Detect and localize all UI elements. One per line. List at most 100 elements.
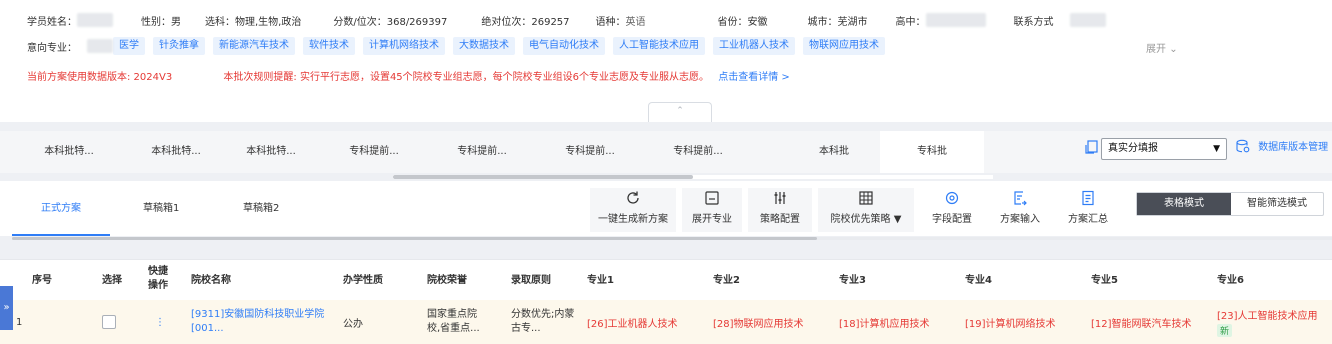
table-mode-button[interactable]: 表格模式 bbox=[1137, 193, 1231, 215]
grid-icon bbox=[859, 191, 873, 205]
major-cell[interactable]: [26]工业机器人技术 bbox=[587, 300, 678, 344]
major-cell[interactable]: [28]物联网应用技术 bbox=[713, 300, 804, 344]
tool-label: 方案输入 bbox=[1000, 214, 1040, 225]
contact-label: 联系方式 bbox=[1013, 16, 1054, 28]
intent-major-chip[interactable]: 软件技术 bbox=[303, 37, 355, 55]
batch-tab[interactable]: 本科批特... bbox=[137, 131, 215, 173]
major-6-text: [23]人工智能技术应用 bbox=[1217, 311, 1318, 322]
batch-tab[interactable]: 本科批 bbox=[795, 131, 873, 173]
intent-redacted bbox=[87, 39, 113, 53]
sliders-icon bbox=[774, 192, 786, 204]
strategy-config-button[interactable]: 策略配置 bbox=[748, 188, 812, 232]
plan-tab-active[interactable]: 正式方案 bbox=[12, 181, 110, 236]
major-cell[interactable]: [18]计算机应用技术 bbox=[839, 300, 930, 344]
chevron-up-icon: ⌃ bbox=[676, 106, 684, 116]
intent-major-chip[interactable]: 工业机器人技术 bbox=[713, 37, 795, 55]
new-badge: 新 bbox=[1217, 324, 1233, 337]
tool-label: 方案汇总 bbox=[1068, 214, 1108, 225]
rule-notice-text: 本批次规则提醒: 实行平行志愿，设置45个院校专业组志愿，每个院校专业组设6个专… bbox=[223, 72, 710, 83]
school-honors: 国家重点院校,省重点... bbox=[427, 309, 480, 334]
batch-tab[interactable]: 本科批特... bbox=[30, 131, 108, 173]
target-icon bbox=[945, 191, 959, 205]
chevron-down-icon: ▼ bbox=[893, 214, 902, 225]
select-caret-icon: ▼ bbox=[1213, 144, 1220, 154]
data-version-text: 当前方案使用数据版本: 2024V3 bbox=[27, 72, 173, 83]
side-expand-handle[interactable]: » bbox=[0, 286, 13, 330]
student-name-label: 学员姓名： bbox=[27, 16, 77, 28]
fill-mode-select[interactable]: 真实分填报 ▼ bbox=[1101, 138, 1227, 160]
batch-tab[interactable]: 专科提前... bbox=[335, 131, 413, 173]
intent-major-chip[interactable]: 大数据技术 bbox=[453, 37, 515, 55]
major-cell[interactable]: [12]智能网联汽车技术 bbox=[1091, 300, 1192, 344]
collapse-panel-button[interactable]: ⌃ bbox=[648, 102, 712, 122]
intent-major-chip[interactable]: 人工智能技术应用 bbox=[613, 37, 705, 55]
plan-toolbar: 正式方案 草稿箱1 草稿箱2 一键生成新方案 展开专业 策略配置 院校优先策略 … bbox=[0, 181, 1332, 236]
row-select-cell bbox=[102, 300, 116, 344]
admission-principle: 分数优先;内蒙古专... bbox=[511, 309, 575, 334]
plan-summary-button[interactable]: 方案汇总 bbox=[1058, 188, 1118, 232]
table-scroll-thumb[interactable] bbox=[12, 237, 817, 240]
school-name-link[interactable]: [9311]安徽国防科技职业学院[001... bbox=[191, 300, 331, 344]
database-icon bbox=[1236, 139, 1250, 153]
student-info-row: 学员姓名： 性别：男 选科：物理,生物,政治 分数/位次：368/269397 … bbox=[27, 12, 1106, 28]
absolute-rank-label: 绝对位次：269257 bbox=[481, 16, 570, 28]
smart-filter-mode-button[interactable]: 智能筛选模式 bbox=[1231, 193, 1323, 215]
column-header: 专业4 bbox=[965, 275, 992, 286]
plan-tab[interactable]: 草稿箱1 bbox=[143, 181, 179, 236]
intent-major-chip[interactable]: 电气自动化技术 bbox=[523, 37, 605, 55]
row-quick-action[interactable]: ⋮ bbox=[155, 300, 165, 344]
expand-label: 展开 bbox=[1146, 44, 1166, 55]
intent-major-chip[interactable]: 新能源汽车技术 bbox=[213, 37, 295, 55]
column-header: 专业6 bbox=[1217, 275, 1244, 286]
language-value: 英语 bbox=[625, 16, 646, 28]
school-priority-select[interactable]: 院校优先策略 ▼ bbox=[818, 188, 914, 232]
row-checkbox[interactable] bbox=[102, 315, 116, 329]
expand-majors-button[interactable]: 展开 ⌄ bbox=[1146, 40, 1178, 55]
tool-label: 字段配置 bbox=[932, 214, 972, 225]
intent-major-chip[interactable]: 计算机网络技术 bbox=[363, 37, 445, 55]
highschool-redacted bbox=[925, 13, 986, 27]
tool-label: 展开专业 bbox=[692, 214, 732, 225]
student-info-panel: 学员姓名： 性别：男 选科：物理,生物,政治 分数/位次：368/269397 … bbox=[0, 0, 1332, 122]
contact-redacted bbox=[1069, 13, 1106, 27]
intent-major-chip[interactable]: 医学 bbox=[113, 37, 145, 55]
intent-major-chip[interactable]: 物联网应用技术 bbox=[803, 37, 885, 55]
refresh-icon bbox=[627, 191, 639, 204]
batch-tab[interactable]: 专科提前... bbox=[551, 131, 629, 173]
column-header: 录取原则 bbox=[511, 275, 551, 286]
column-header: 专业2 bbox=[713, 275, 740, 286]
view-mode-toggle: 表格模式 智能筛选模式 bbox=[1136, 192, 1324, 216]
plan-import-button[interactable]: 方案输入 bbox=[990, 188, 1050, 232]
batch-tab[interactable]: 专科提前... bbox=[443, 131, 521, 173]
school-nature: 公办 bbox=[343, 318, 363, 330]
batch-tab[interactable]: 专科提前... bbox=[659, 131, 737, 173]
column-header: 序号 bbox=[32, 275, 52, 286]
expand-majors-tool[interactable]: 展开专业 bbox=[682, 188, 742, 232]
field-config-button[interactable]: 字段配置 bbox=[922, 188, 982, 232]
intent-major-chip[interactable]: 针灸推拿 bbox=[153, 37, 205, 55]
column-header: 院校名称 bbox=[191, 275, 231, 286]
major-cell-6[interactable]: [23]人工智能技术应用 新 bbox=[1217, 300, 1332, 344]
tool-label: 一键生成新方案 bbox=[598, 214, 668, 225]
column-header: 专业3 bbox=[839, 275, 866, 286]
batch-tab[interactable]: 本科批特... bbox=[232, 131, 310, 173]
batch-tab-active[interactable]: 专科批 bbox=[880, 131, 984, 173]
rule-details-link[interactable]: 点击查看详情 > bbox=[718, 72, 790, 83]
clipboard-icon[interactable] bbox=[1085, 139, 1099, 155]
table-row[interactable]: 1 ⋮ [9311]安徽国防科技职业学院[001... 公办 国家重点院校,省重… bbox=[0, 300, 1332, 344]
student-name-redacted bbox=[77, 13, 113, 27]
column-header: 专业1 bbox=[587, 275, 614, 286]
score-label: 分数/位次：368/269397 bbox=[333, 16, 448, 28]
chevron-down-icon: ⌄ bbox=[1169, 44, 1178, 55]
major-cell[interactable]: [19]计算机网络技术 bbox=[965, 300, 1056, 344]
subjects-label: 选科：物理,生物,政治 bbox=[205, 16, 302, 28]
batch-scroll-thumb[interactable] bbox=[393, 175, 693, 179]
intent-majors-row: 意向专业： 医学 针灸推拿 新能源汽车技术 软件技术 计算机网络技术 大数据技术… bbox=[27, 37, 893, 55]
generate-plan-button[interactable]: 一键生成新方案 bbox=[590, 188, 676, 232]
import-icon bbox=[1014, 191, 1027, 206]
fill-mode-value: 真实分填报 bbox=[1108, 143, 1158, 154]
column-header: 办学性质 bbox=[343, 275, 383, 286]
plan-tab[interactable]: 草稿箱2 bbox=[243, 181, 279, 236]
db-version-label: 数据库版本管理 bbox=[1258, 142, 1329, 153]
db-version-link[interactable]: 数据库版本管理 bbox=[1236, 139, 1328, 155]
